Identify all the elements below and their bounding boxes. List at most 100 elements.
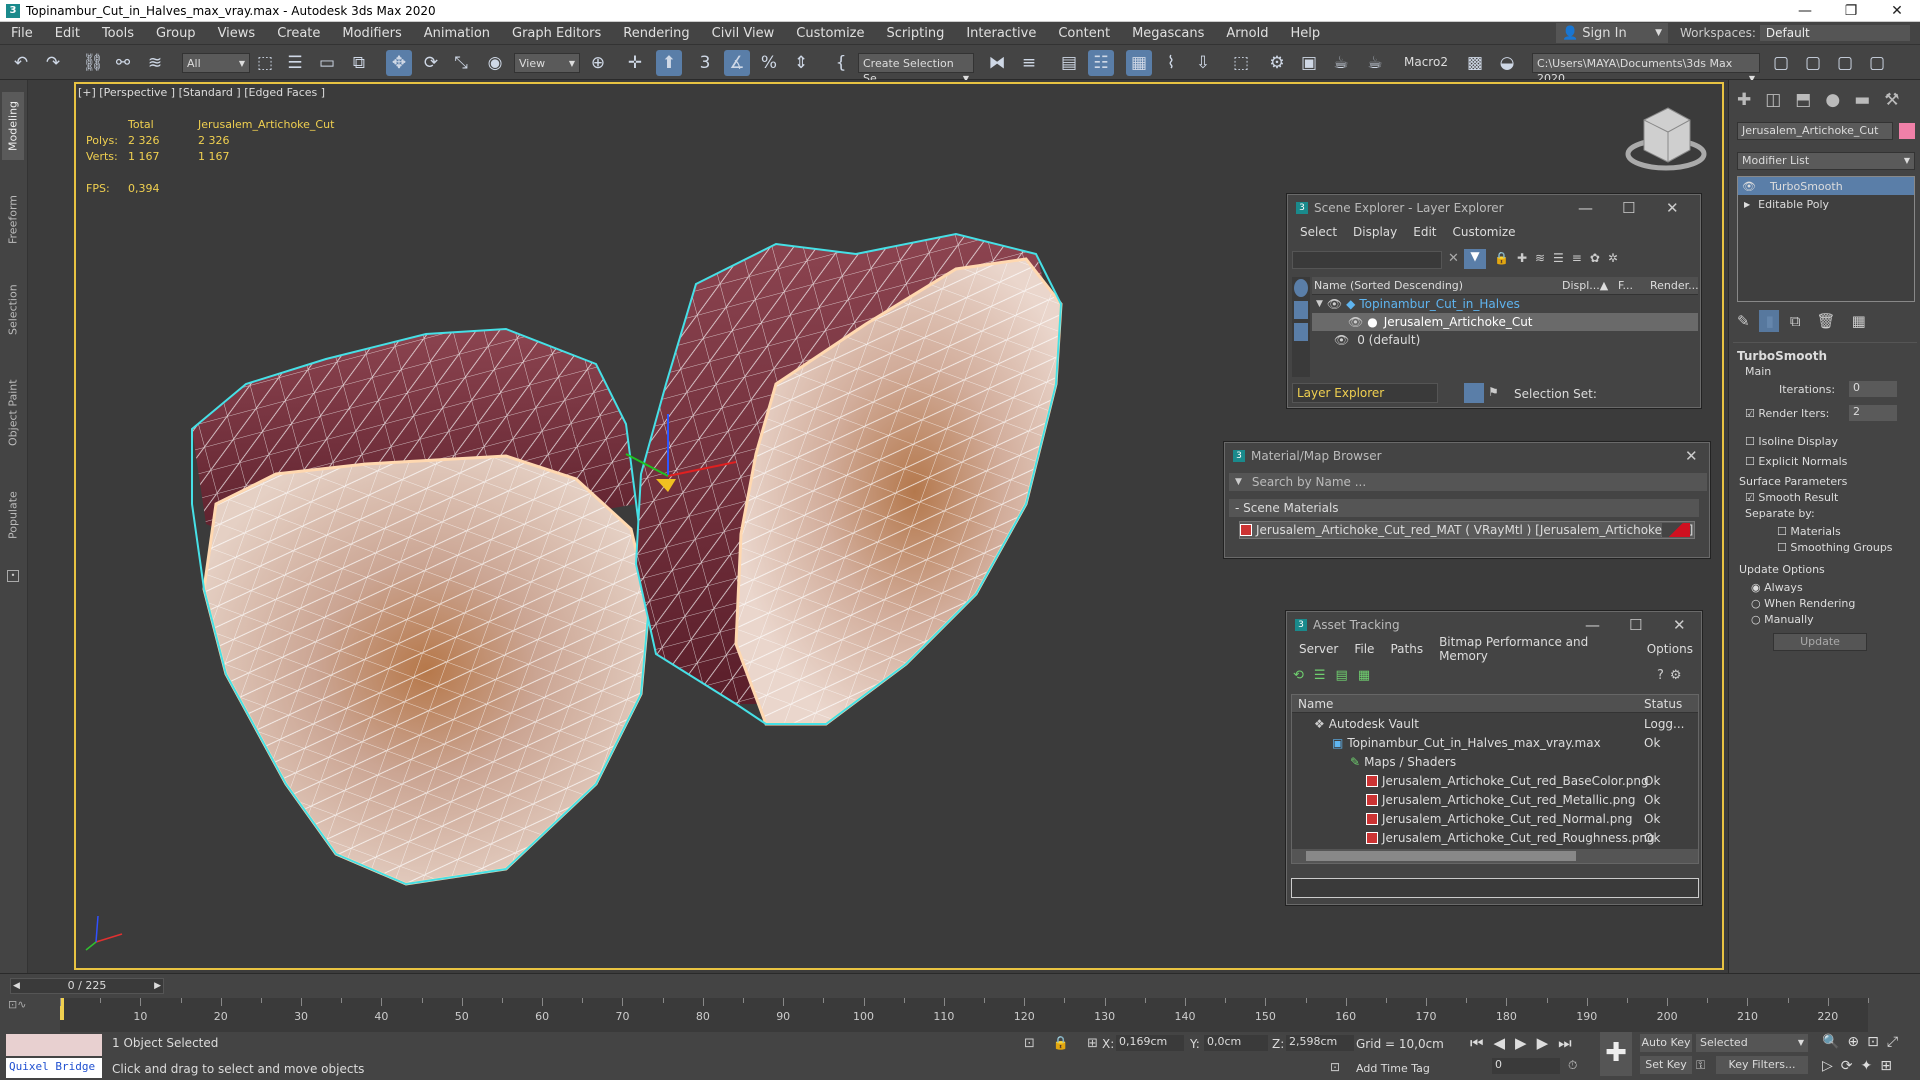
material-browser-titlebar[interactable]: 3 Material/Map Browser ✕ xyxy=(1225,443,1709,469)
menu-arnold[interactable]: Arnold xyxy=(1215,26,1279,41)
set-key-button[interactable]: Set Key xyxy=(1640,1056,1692,1074)
render-iters-spinner[interactable]: 2 xyxy=(1849,405,1897,421)
menu-views[interactable]: Views xyxy=(207,26,267,41)
keyboard-shortcut-icon[interactable]: ⬆ xyxy=(656,50,682,76)
update-button[interactable]: Update xyxy=(1773,633,1867,651)
curve-editor-icon[interactable]: ▦ xyxy=(1126,50,1152,76)
minimize-icon[interactable]: — xyxy=(1782,3,1828,19)
trackbar[interactable]: 10 20 30 40 50 60 70 80 90 100 110 120 130 140 150 160 1… xyxy=(60,998,1869,1032)
viewport-label[interactable]: [+] [Perspective ] [Standard ] [Edged Fa… xyxy=(78,86,325,99)
unlink-icon[interactable]: ⚯ xyxy=(110,50,136,76)
menu-civil-view[interactable]: Civil View xyxy=(701,26,786,41)
smoothing-groups-checkbox[interactable]: ☐ Smoothing Groups xyxy=(1777,541,1893,554)
y-coordinate-field[interactable]: 0,0cm xyxy=(1204,1035,1268,1051)
menu-customize[interactable]: Customize xyxy=(785,26,875,41)
asset-toolbar-icons[interactable]: ⟲☰▤▦ xyxy=(1293,668,1380,683)
col-display[interactable]: Displ...▲ xyxy=(1562,279,1608,292)
playback-controls[interactable]: ⏮◀▶▶⏭ xyxy=(1470,1034,1582,1052)
rollout-title[interactable]: TurboSmooth xyxy=(1737,349,1827,363)
close-icon[interactable]: ✕ xyxy=(1666,199,1679,217)
menu-animation[interactable]: Animation xyxy=(413,26,501,41)
manually-radio[interactable]: ○ Manually xyxy=(1751,613,1814,626)
project-path-dropdown[interactable]: C:\Users\MAYA\Documents\3ds Max 2020 ▼ xyxy=(1532,53,1760,85)
modifier-editable-poly[interactable]: ▶ Editable Poly xyxy=(1738,195,1914,213)
asset-path-field[interactable] xyxy=(1291,878,1699,898)
scene-search-input[interactable] xyxy=(1292,251,1442,269)
iterations-spinner[interactable]: 0 xyxy=(1849,381,1897,397)
snap-toggle-icon[interactable]: 3 xyxy=(692,50,718,76)
scrollbar-thumb[interactable] xyxy=(1306,851,1576,861)
sign-in-button[interactable]: 👤 Sign In ▼ xyxy=(1556,23,1668,43)
set-key-plus-icon[interactable]: ✚ xyxy=(1600,1032,1632,1076)
restore-icon[interactable]: ❐ xyxy=(1828,3,1874,19)
menu-edit[interactable]: Edit xyxy=(1405,225,1444,239)
object-color-swatch[interactable] xyxy=(1899,123,1915,139)
col-name[interactable]: Name xyxy=(1298,697,1333,711)
table-row[interactable]: ✎ Maps / Shaders xyxy=(1292,753,1698,771)
auto-key-button[interactable]: Auto Key xyxy=(1640,1034,1692,1052)
menu-tools[interactable]: Tools xyxy=(91,26,145,41)
mirror-icon[interactable]: ⧓ xyxy=(984,50,1010,76)
key-mode-dropdown[interactable]: Selected ▼ xyxy=(1696,1034,1808,1052)
menu-interactive[interactable]: Interactive xyxy=(955,26,1047,41)
tab-populate[interactable]: Populate xyxy=(2,480,24,550)
schematic-icon[interactable]: ⌇ xyxy=(1158,50,1184,76)
close-icon[interactable]: ✕ xyxy=(1874,3,1920,19)
minimize-icon[interactable]: — xyxy=(1585,616,1600,634)
menu-options[interactable]: Options xyxy=(1639,642,1701,656)
tab-selection[interactable]: Selection xyxy=(2,276,24,344)
menu-group[interactable]: Group xyxy=(145,26,207,41)
scene-explorer-icon[interactable]: ☷ xyxy=(1088,50,1114,76)
menu-scripting[interactable]: Scripting xyxy=(876,26,956,41)
project-folder-icon[interactable]: ▢ xyxy=(1800,50,1826,76)
eye-icon[interactable]: 👁 xyxy=(1348,315,1363,329)
undo-icon[interactable]: ↶ xyxy=(8,50,34,76)
maxscript-mini-listener[interactable] xyxy=(6,1034,102,1056)
percent-snap-icon[interactable]: % xyxy=(756,50,782,76)
show-end-result-icon[interactable] xyxy=(1759,310,1779,332)
menu-graph-editors[interactable]: Graph Editors xyxy=(501,26,612,41)
menu-display[interactable]: Display xyxy=(1345,225,1405,239)
menu-rendering[interactable]: Rendering xyxy=(612,26,700,41)
link-icon[interactable]: ⛓ xyxy=(80,50,106,76)
menu-modifiers[interactable]: Modifiers xyxy=(331,26,412,41)
grid-icon[interactable]: ▩ xyxy=(1462,50,1488,76)
object-name-field[interactable]: Jerusalem_Artichoke_Cut xyxy=(1737,122,1893,140)
col-freeze[interactable]: F... xyxy=(1618,279,1633,292)
scene-explorer-titlebar[interactable]: 3 Scene Explorer - Layer Explorer — ☐ ✕ xyxy=(1288,195,1700,221)
view-cube[interactable] xyxy=(1625,107,1707,171)
filter-icon[interactable]: ▼ xyxy=(1464,249,1486,269)
workspace-selector[interactable]: Workspaces: Default xyxy=(1680,25,1920,41)
project-icon[interactable]: ▢ xyxy=(1768,50,1794,76)
pivot-icon[interactable]: ⊕ xyxy=(585,50,611,76)
menu-content[interactable]: Content xyxy=(1047,26,1121,41)
render-iters-checkbox[interactable]: ☑ Render Iters: xyxy=(1745,407,1829,420)
material-row[interactable]: Jerusalem_Artichoke_Cut_red_MAT ( VRayMt… xyxy=(1239,521,1695,539)
pin-icon[interactable]: ⚑ xyxy=(1488,385,1499,399)
menu-file[interactable]: File xyxy=(1346,642,1382,656)
always-radio[interactable]: ◉ Always xyxy=(1751,581,1803,594)
menu-paths[interactable]: Paths xyxy=(1382,642,1431,656)
isoline-checkbox[interactable]: ☐ Isoline Display xyxy=(1745,435,1838,448)
close-icon[interactable]: ✕ xyxy=(1673,616,1686,634)
layer-explorer-icon[interactable]: ▤ xyxy=(1056,50,1082,76)
quixel-bridge-field[interactable]: Quixel Bridge xyxy=(6,1058,102,1078)
select-object-icon[interactable]: ⬚ xyxy=(252,50,278,76)
next-frame-icon[interactable]: ▶ xyxy=(154,979,161,993)
menu-bitmap-performance[interactable]: Bitmap Performance and Memory xyxy=(1431,635,1639,663)
prev-frame-icon[interactable]: ◀ xyxy=(13,979,20,993)
table-row[interactable]: ▣ Topinambur_Cut_in_Halves_max_vray.max … xyxy=(1292,734,1698,752)
when-rendering-radio[interactable]: ○ When Rendering xyxy=(1751,597,1855,610)
eye-icon[interactable]: 👁 xyxy=(1327,297,1342,311)
explorer-type-dropdown[interactable]: Layer Explorer xyxy=(1292,383,1438,403)
layer-row[interactable]: ▼ 👁 ◆ Topinambur_Cut_in_Halves xyxy=(1312,295,1698,313)
add-time-tag[interactable]: Add Time Tag xyxy=(1356,1062,1430,1075)
project-new-icon[interactable]: ▢ xyxy=(1864,50,1890,76)
viewport-nav-icons-bottom[interactable]: ▷⟳✦⊞ xyxy=(1822,1058,1900,1074)
close-icon[interactable]: ✕ xyxy=(1685,447,1698,465)
menu-file[interactable]: File xyxy=(0,26,44,41)
render-setup-icon[interactable]: ⬚ xyxy=(1228,50,1254,76)
move-icon[interactable]: ✥ xyxy=(386,50,412,76)
redo-icon[interactable]: ↷ xyxy=(40,50,66,76)
current-frame-field[interactable]: 0 xyxy=(1492,1058,1560,1074)
